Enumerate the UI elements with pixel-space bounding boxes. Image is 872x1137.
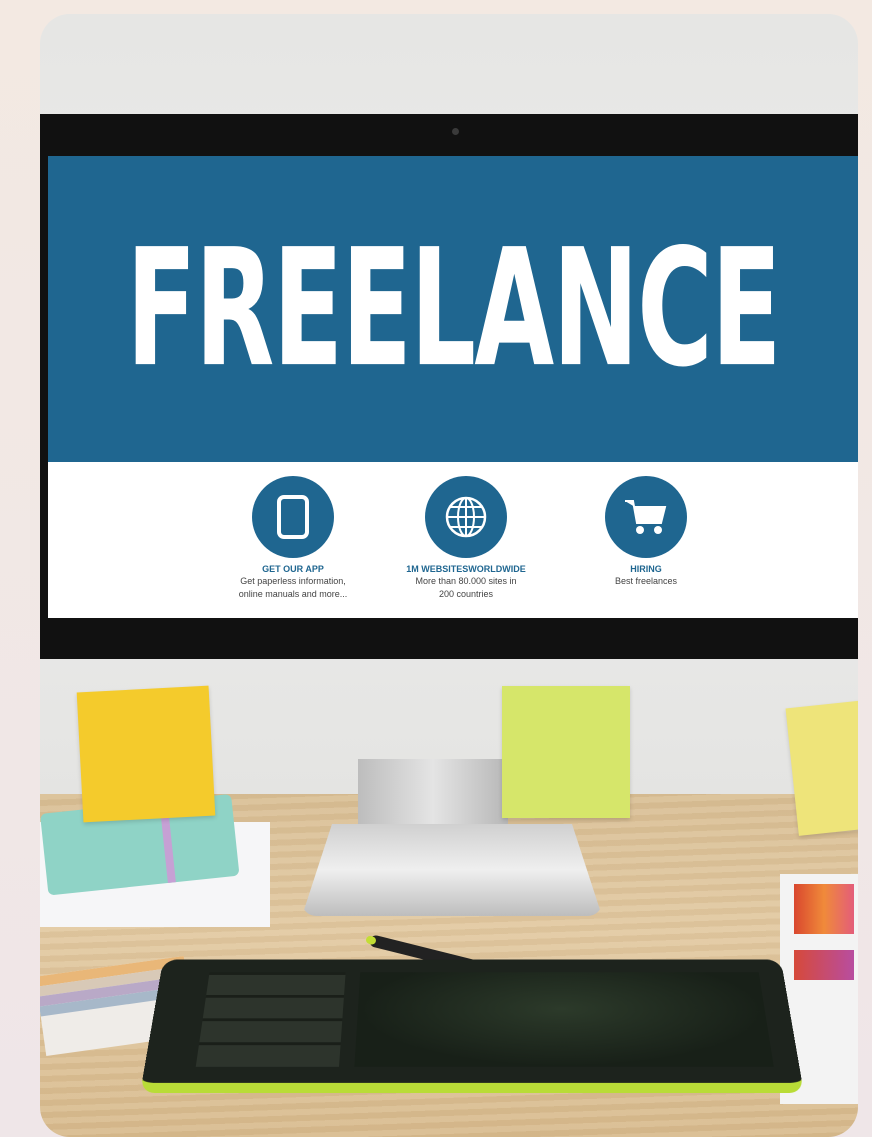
webcam-icon (452, 128, 459, 135)
tablet-icon (252, 476, 334, 558)
feature-row: GET OUR APP Get paperless information, o… (48, 462, 858, 618)
hero-title: FREELANCE (126, 215, 781, 403)
sticky-note-green (502, 686, 630, 818)
tablet-express-keys (195, 972, 346, 1067)
photo-card: FREELANCE GET OUR APP Get paperless info… (40, 14, 858, 1137)
monitor-screen: FREELANCE GET OUR APP Get paperless info… (48, 156, 858, 618)
hero-banner: FREELANCE (48, 156, 858, 462)
sticky-note-right (785, 700, 858, 836)
feature-websites: 1M WEBSITESWORLDWIDE More than 80.000 si… (381, 476, 551, 600)
sticky-note-yellow (76, 685, 216, 823)
monitor: FREELANCE GET OUR APP Get paperless info… (40, 114, 858, 659)
feature-title: GET OUR APP (262, 564, 324, 574)
monitor-stand-base (302, 824, 602, 916)
cart-icon (605, 476, 687, 558)
graphics-tablet (140, 959, 804, 1094)
feature-title: 1M WEBSITESWORLDWIDE (406, 564, 526, 574)
feature-app: GET OUR APP Get paperless information, o… (208, 476, 378, 600)
feature-desc: online manuals and more... (238, 589, 348, 599)
feature-desc: 200 countries (438, 589, 494, 599)
feature-desc: More than 80.000 sites in (415, 576, 517, 586)
tablet-active-area (354, 972, 774, 1067)
feature-hiring: HIRING Best freelances (561, 476, 731, 587)
feature-title: HIRING (630, 564, 662, 574)
feature-desc: Get paperless information, (240, 576, 346, 586)
globe-icon (425, 476, 507, 558)
feature-desc: Best freelances (614, 576, 678, 586)
